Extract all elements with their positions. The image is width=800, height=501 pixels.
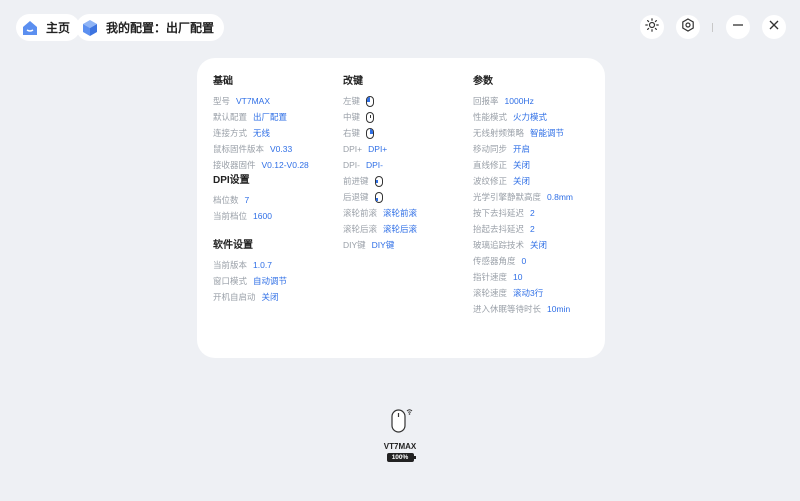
home-label: 主页: [46, 21, 71, 35]
device-name: VT7MAX: [383, 442, 417, 451]
param-row: 抬起去抖延迟 2: [473, 224, 535, 234]
param-row: 指针速度 10: [473, 272, 523, 282]
config-tab[interactable]: 我的配置：出厂配置: [76, 14, 225, 41]
mouse-left-button-icon: [366, 95, 375, 107]
software-section-title: 软件设置: [213, 240, 253, 251]
keys-column: 改键 左键 中键 右键 DPI+ DPI+ DPI- DPI- 前进键 后退键 滚轮…: [343, 74, 417, 253]
info-row-dpi-count: 档位数 7: [213, 195, 250, 205]
params-section-title: 参数: [473, 76, 493, 87]
key-row-dpi-minus: DPI- DPI-: [343, 160, 383, 170]
param-row: 无线射频策略 智能调节: [473, 128, 565, 138]
toolbar-divider: [712, 23, 713, 32]
key-row-forward: 前进键: [343, 173, 417, 189]
info-row-window-mode: 窗口模式 自动调节: [213, 276, 288, 286]
mouse-back-button-icon: [374, 191, 383, 203]
device-status[interactable]: VT7MAX 100%: [370, 406, 430, 462]
info-row-autostart: 开机自启动 关闭: [213, 292, 279, 302]
keys-section-title: 改键: [343, 76, 363, 87]
info-row-receiver-firmware: 接收器固件 V0.12-V0.28: [213, 160, 309, 170]
battery-indicator: 100%: [386, 453, 416, 462]
info-row-default-config: 默认配置 出厂配置: [213, 112, 288, 122]
param-row: 直线修正 关闭: [473, 160, 531, 170]
key-row-middle: 中键: [343, 109, 417, 125]
close-icon: [768, 18, 780, 36]
minimize-button[interactable]: [726, 15, 750, 39]
key-row-left: 左键: [343, 93, 417, 109]
info-row-model: 型号 VT7MAX: [213, 96, 271, 106]
param-row: 光学引擎静默高度 0.8mm: [473, 192, 573, 202]
key-row-scroll-down: 滚轮后滚 滚轮后滚: [343, 224, 418, 234]
device-info-card: 基础 型号 VT7MAX 默认配置 出厂配置 连接方式 无线 鼠标固件版本 V0.33 …: [197, 58, 605, 358]
dpi-section-title: DPI设置: [213, 175, 250, 186]
settings-button[interactable]: [676, 15, 700, 39]
param-row: 回报率 1000Hz: [473, 96, 534, 106]
info-row-dpi-current: 当前档位 1600: [213, 211, 272, 221]
mouse-right-button-icon: [366, 127, 375, 139]
key-row-dpi-plus: DPI+ DPI+: [343, 144, 388, 154]
basic-section-title: 基础: [213, 76, 233, 87]
param-row: 滚轮速度 滚动3行: [473, 288, 544, 298]
close-button[interactable]: [762, 15, 786, 39]
mouse-middle-button-icon: [366, 111, 375, 123]
cube-icon: [80, 18, 100, 38]
info-row-mouse-firmware: 鼠标固件版本 V0.33: [213, 144, 293, 154]
key-row-back: 后退键: [343, 189, 417, 205]
basic-column: 基础 型号 VT7MAX 默认配置 出厂配置 连接方式 无线 鼠标固件版本 V0.33 …: [213, 74, 309, 305]
gear-icon: [681, 17, 695, 37]
home-icon: [20, 18, 40, 38]
key-row-scroll-up: 滚轮前滚 滚轮前滚: [343, 208, 418, 218]
param-row: 进入休眠等待时长 10min: [473, 304, 571, 314]
minimize-icon: [732, 18, 744, 36]
param-row: 性能模式 火力模式: [473, 112, 548, 122]
param-row: 玻璃追踪技术 关闭: [473, 240, 548, 250]
theme-toggle-button[interactable]: [640, 15, 664, 39]
home-tab[interactable]: 主页: [16, 14, 81, 41]
param-row: 波纹修正 关闭: [473, 176, 531, 186]
info-row-version: 当前版本 1.0.7: [213, 260, 272, 270]
key-row-diy: DIY键 DIY键: [343, 240, 395, 250]
param-row: 移动同步 开启: [473, 144, 531, 154]
mouse-forward-button-icon: [374, 175, 383, 187]
param-row: 按下去抖延迟 2: [473, 208, 535, 218]
param-row: 传感器角度 0: [473, 256, 527, 266]
config-label: 我的配置：出厂配置: [106, 21, 215, 35]
info-row-connection: 连接方式 无线: [213, 128, 271, 138]
wireless-mouse-icon: [385, 406, 415, 439]
key-row-right: 右键: [343, 125, 417, 141]
params-column: 参数 回报率 1000Hz 性能模式 火力模式 无线射频策略 智能调节 移动同步 开启 …: [473, 74, 573, 317]
sun-icon: [645, 17, 659, 37]
